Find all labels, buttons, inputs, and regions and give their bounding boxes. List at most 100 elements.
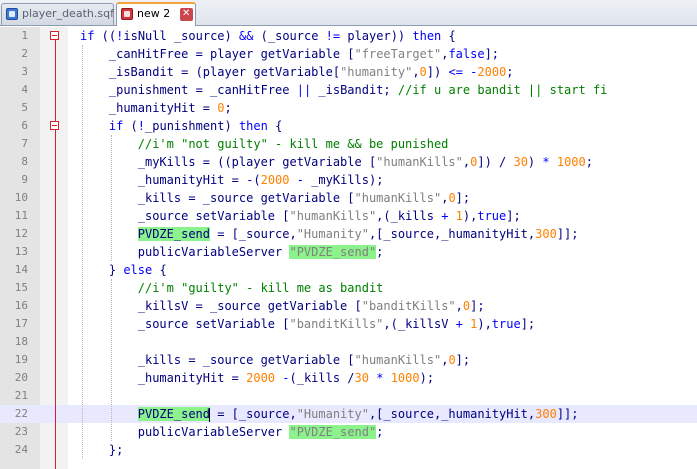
code-line[interactable]: 22 PVDZE_send = [_source,"Humanity",[_sou… [0, 405, 697, 423]
code-line[interactable]: 8 _myKills = ((player getVariable ["human… [0, 153, 697, 171]
code-token: _humanityHit = [108, 101, 218, 115]
close-tab-icon[interactable]: ✕ [179, 7, 193, 21]
code-line[interactable]: 7 //i'm "not guilty" - kill me && be puni… [0, 135, 697, 153]
code-token: _myKills); [303, 173, 384, 187]
line-number: 6 [21, 119, 28, 132]
code-token: 2000 [477, 65, 507, 79]
line-number: 3 [21, 65, 28, 78]
code-line[interactable]: 2 _canHitFree = player getVariable ["free… [0, 45, 697, 63]
line-number: 1 [21, 29, 28, 42]
line-number: 24 [14, 443, 28, 456]
code-line[interactable]: 20 _humanityHit = 2000 -(_kills /30 * 100… [0, 369, 697, 387]
code-line[interactable]: 19 _kills = _source getVariable ["humanKi… [0, 351, 697, 369]
code-token: 300 [535, 227, 557, 241]
code-token: "PVDZE_send" [289, 245, 377, 259]
fold-range-line [55, 40, 56, 121]
code-line[interactable]: 14} else { [0, 261, 697, 279]
code-token: - [296, 173, 304, 187]
code-token: _isBandit; [311, 83, 398, 97]
fold-collapse-icon[interactable] [50, 121, 59, 130]
line-number: 19 [14, 353, 28, 366]
code-text: publicVariableServer "PVDZE_send"; [137, 423, 384, 441]
fold-collapse-icon[interactable] [50, 31, 59, 40]
code-token: 1 [455, 209, 463, 223]
code-token: { [441, 29, 456, 43]
code-token: ! [137, 119, 146, 133]
code-line[interactable]: 5 _humanityHit = 0; [0, 99, 697, 117]
line-number: 18 [14, 335, 28, 348]
code-text: _source setVariable ["humanKills",(_kill… [138, 207, 521, 225]
code-token: 0 [448, 191, 456, 205]
code-line[interactable]: 21 [0, 387, 697, 405]
code-line[interactable]: 11 _source setVariable ["humanKills",(_ki… [0, 207, 697, 225]
code-token: { [267, 119, 283, 133]
code-token: + [455, 317, 463, 331]
code-line[interactable]: 3 _isBandit = (player getVariable["humani… [0, 63, 697, 81]
indent-guide [111, 135, 112, 261]
code-line[interactable]: 17 _source setVariable ["banditKills",(_k… [0, 315, 697, 333]
code-text: //i'm "not guilty" - kill me && be punis… [138, 135, 449, 153]
code-token: publicVariableServer [137, 425, 290, 439]
code-token: "humanKills" [354, 353, 442, 367]
code-token: ; [585, 155, 593, 169]
line-number: 13 [14, 245, 28, 258]
code-text: PVDZE_send = [_source,"Humanity",[_sourc… [137, 225, 579, 243]
code-token: (_kills / [289, 371, 355, 385]
code-editor[interactable]: 1 if ((!isNull _source) && (_source != pl… [0, 27, 697, 469]
code-token: ]]; [556, 407, 579, 421]
code-line[interactable]: 1 if ((!isNull _source) && (_source != pl… [0, 27, 697, 45]
code-token: PVDZE_send [137, 227, 210, 241]
line-number: 4 [21, 83, 28, 96]
code-token: 0 [419, 65, 427, 79]
code-line[interactable]: 12 PVDZE_send = [_source,"Humanity",[_sou… [0, 225, 697, 243]
code-line[interactable]: 16 _killsV = _source getVariable ["bandit… [0, 297, 697, 315]
code-token: 2000 [246, 371, 276, 385]
code-line[interactable]: 18 [0, 333, 697, 351]
line-number: 5 [21, 101, 28, 114]
code-line[interactable]: 13 publicVariableServer "PVDZE_send"; [0, 243, 697, 261]
code-token: ), [477, 317, 492, 331]
code-line[interactable]: 23 publicVariableServer "PVDZE_send"; [0, 423, 697, 441]
code-token: } [108, 263, 124, 277]
code-text: PVDZE_send = [_source,"Humanity",[_sourc… [137, 405, 579, 423]
line-number: 22 [14, 407, 28, 420]
code-token: , [455, 299, 463, 313]
code-token: else [123, 263, 153, 277]
code-token: ( [253, 173, 261, 187]
code-token: _source setVariable [ [137, 209, 290, 223]
code-token: false [448, 47, 485, 61]
code-line[interactable]: 15 //i'm "guilty" - kill me as bandit [0, 279, 697, 297]
code-line[interactable]: 4 _punishment = _canHitFree || _isBandit;… [0, 81, 697, 99]
code-token: "humanKills" [376, 155, 463, 169]
line-number: 8 [21, 155, 28, 168]
code-line[interactable]: 9 _humanityHit = -(2000 - _myKills); [0, 171, 697, 189]
code-token: _source setVariable [ [137, 317, 290, 331]
code-token: ( [123, 119, 138, 133]
code-text: _isBandit = (player getVariable["humanit… [109, 63, 514, 81]
fold-range-line [55, 130, 56, 469]
code-token: ]; [455, 191, 471, 205]
code-token: ; [376, 425, 384, 439]
tab-new-2[interactable]: new 2 ✕ [116, 2, 196, 26]
code-token: _punishment = _canHitFree [108, 83, 297, 97]
code-text: if (!_punishment) then { [109, 117, 282, 135]
code-token: "banditKills" [361, 299, 456, 313]
code-line[interactable]: 6 if (!_punishment) then { [0, 117, 697, 135]
tab-player-death[interactable]: player_death.sqf [1, 3, 114, 25]
line-number: 2 [21, 47, 28, 60]
code-token: * [542, 155, 550, 169]
code-token: ; [506, 65, 514, 79]
code-token: && [238, 29, 254, 43]
tab-label: player_death.sqf [22, 7, 114, 20]
code-line[interactable]: 24}; [0, 441, 697, 459]
code-line[interactable]: 10 _kills = _source getVariable ["humanKi… [0, 189, 697, 207]
code-token: ); [419, 371, 435, 385]
code-token: _kills = _source getVariable [ [137, 191, 355, 205]
code-token: ]; [470, 299, 485, 313]
code-token: "humanKills" [289, 209, 377, 223]
code-token: //if u are bandit || start fi [397, 83, 608, 97]
code-text: }; [109, 441, 123, 459]
tab-label: new 2 [137, 7, 171, 20]
